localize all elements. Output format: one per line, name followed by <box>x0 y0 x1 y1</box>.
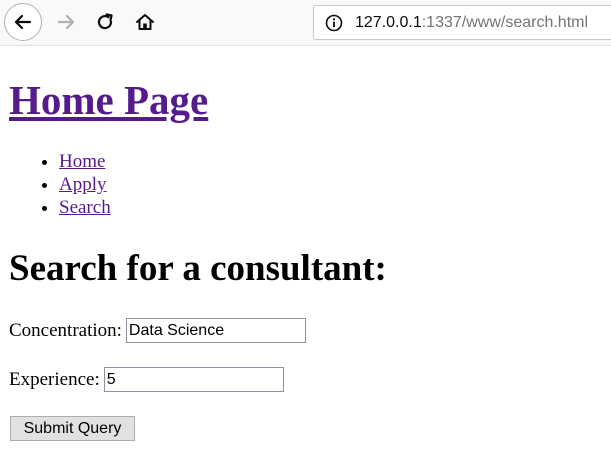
home-button[interactable] <box>131 8 159 36</box>
url-host: 127.0.0.1 <box>355 14 422 31</box>
back-button[interactable] <box>4 3 42 41</box>
nav-link-home[interactable]: Home <box>59 151 105 172</box>
url-bar[interactable]: 127.0.0.1:1337/www/search.html <box>313 5 611 40</box>
page-title-link[interactable]: Home Page <box>9 77 208 123</box>
nav-item-apply: Apply <box>59 173 111 196</box>
experience-label: Experience: <box>9 368 100 390</box>
forward-button[interactable] <box>52 8 80 36</box>
submit-button[interactable]: Submit Query <box>10 416 135 441</box>
nav-list: Home Apply Search <box>0 150 111 219</box>
reload-icon <box>97 13 113 30</box>
reload-button[interactable] <box>91 8 119 36</box>
page-title: Home Page <box>9 78 208 122</box>
search-heading: Search for a consultant: <box>9 248 387 289</box>
info-icon[interactable] <box>325 14 343 32</box>
url-path: :1337/www/search.html <box>421 14 589 31</box>
nav-link-apply[interactable]: Apply <box>59 174 107 195</box>
home-icon <box>136 14 154 30</box>
experience-row: Experience: <box>9 367 284 392</box>
concentration-input[interactable] <box>125 318 306 343</box>
concentration-row: Concentration: <box>9 318 306 343</box>
forward-arrow-icon <box>57 14 75 30</box>
nav-item-search: Search <box>59 196 111 219</box>
experience-input[interactable] <box>103 367 284 392</box>
browser-toolbar: 127.0.0.1:1337/www/search.html <box>0 0 611 46</box>
nav-link-search[interactable]: Search <box>59 197 111 218</box>
nav-item-home: Home <box>59 150 111 173</box>
concentration-label: Concentration: <box>9 319 122 341</box>
url-text: 127.0.0.1:1337/www/search.html <box>355 14 588 32</box>
back-arrow-icon <box>14 14 32 30</box>
